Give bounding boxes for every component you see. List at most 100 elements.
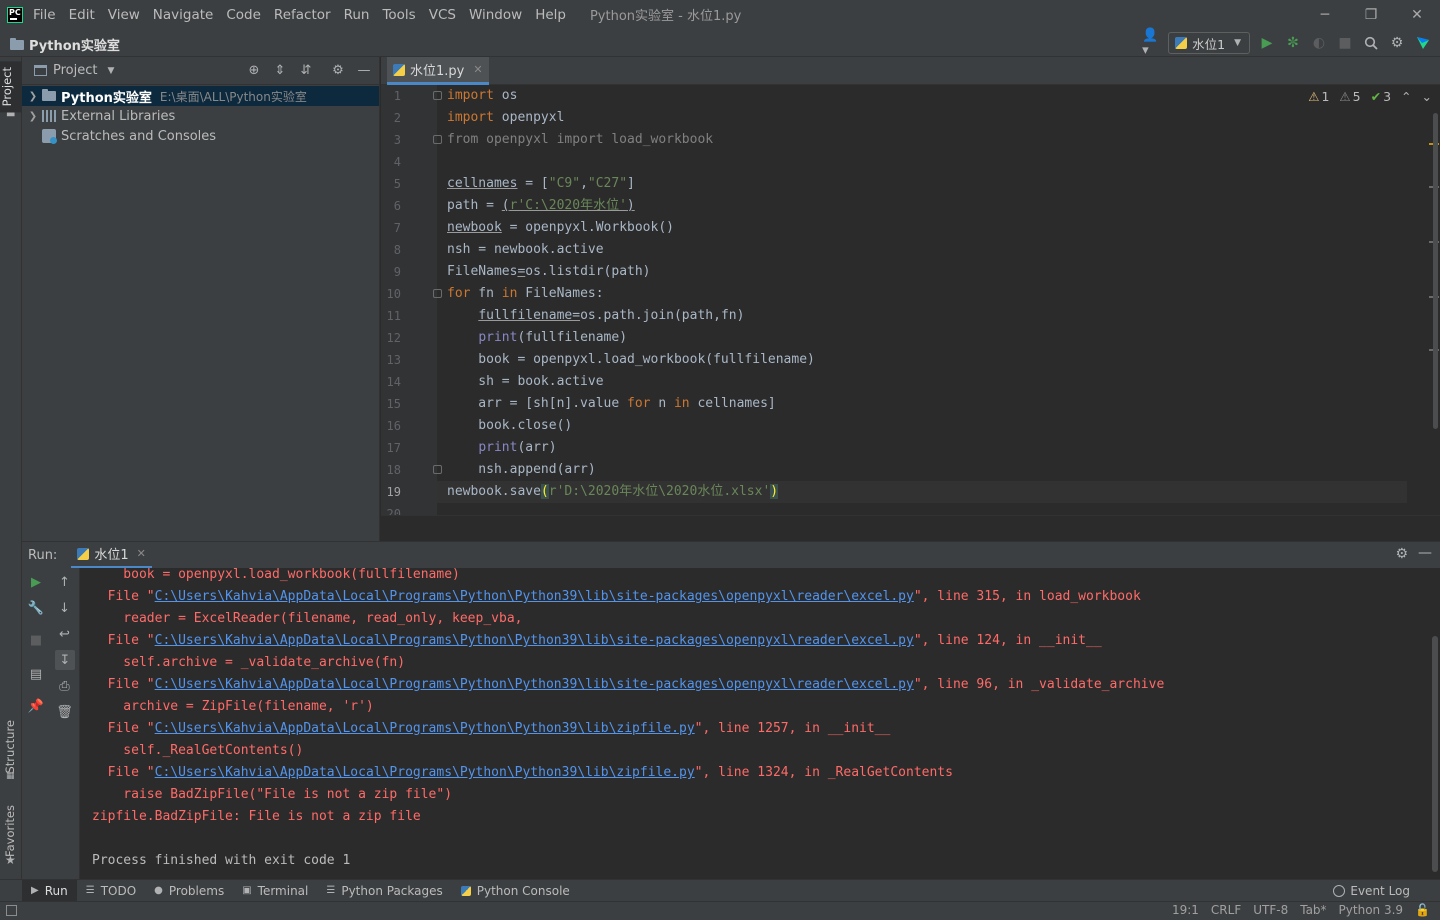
code-line[interactable]: import os xyxy=(447,85,517,107)
console-scrollbar[interactable] xyxy=(1432,636,1438,872)
inspection-widget[interactable]: ⚠ 1 ⚠ 5 ✔ 3 ⌃ ⌄ xyxy=(1308,89,1432,104)
editor-horizontal-scrollbar[interactable] xyxy=(381,515,1440,541)
previous-highlight-icon[interactable]: ⌃ xyxy=(1401,89,1411,104)
menu-edit[interactable]: Edit xyxy=(69,7,95,23)
toggle-tool-windows-icon[interactable] xyxy=(6,905,17,916)
line-separator[interactable]: CRLF xyxy=(1211,903,1241,917)
expand-all-icon[interactable]: ⇕ xyxy=(271,61,289,79)
locate-file-icon[interactable]: ⊕ xyxy=(245,61,263,79)
code-line[interactable]: path = (r'C:\2020年水位') xyxy=(447,195,635,217)
file-path-link[interactable]: C:\Users\Kahvia\AppData\Local\Programs\P… xyxy=(155,721,695,736)
coverage-icon[interactable]: ◐ xyxy=(1310,34,1328,52)
fold-marker-icon[interactable] xyxy=(433,135,442,144)
tool-window-run[interactable]: ▶ Run xyxy=(22,879,77,902)
code-line[interactable]: print(arr) xyxy=(447,437,556,459)
code-line[interactable]: print(fullfilename) xyxy=(447,327,627,349)
run-tab-active[interactable]: 水位1 ✕ xyxy=(71,542,152,569)
indent-setting[interactable]: Tab* xyxy=(1300,903,1326,917)
code-line[interactable]: newbook.save(r'D:\2020年水位\2020水位.xlsx') xyxy=(447,481,779,503)
code-line[interactable]: newbook = openpyxl.Workbook() xyxy=(447,217,674,239)
run-icon[interactable]: ▶ xyxy=(1258,34,1276,52)
menu-window[interactable]: Window xyxy=(469,7,522,23)
tree-item-project-root[interactable]: ❯ Python实验室 E:\桌面\ALL\Python实验室 xyxy=(22,86,379,106)
chevron-right-icon[interactable]: ❯ xyxy=(26,111,40,122)
chevron-right-icon[interactable]: ❯ xyxy=(26,91,40,102)
restore-layout-icon[interactable]: ▤ xyxy=(22,664,50,684)
close-tab-icon[interactable]: ✕ xyxy=(473,63,482,76)
file-encoding[interactable]: UTF-8 xyxy=(1253,903,1288,917)
close-tab-icon[interactable]: ✕ xyxy=(137,547,146,560)
tool-window-python-console[interactable]: Python Console xyxy=(452,880,579,902)
tree-item-scratches[interactable]: Scratches and Consoles xyxy=(22,126,379,146)
breadcrumb[interactable]: Python实验室 xyxy=(10,35,120,54)
close-button[interactable]: ✕ xyxy=(1394,0,1440,29)
user-icon[interactable]: 👤▾ xyxy=(1142,28,1160,58)
edit-configuration-icon[interactable]: 🔧 xyxy=(22,598,50,618)
menu-vcs[interactable]: VCS xyxy=(429,7,456,23)
rerun-icon[interactable]: ▶ xyxy=(22,572,50,592)
python-interpreter[interactable]: Python 3.9 xyxy=(1339,903,1404,917)
code-line[interactable]: book = openpyxl.load_workbook(fullfilena… xyxy=(447,349,815,371)
tool-window-problems[interactable]: ● Problems xyxy=(145,880,233,902)
menu-refactor[interactable]: Refactor xyxy=(274,7,331,23)
menu-run[interactable]: Run xyxy=(344,7,370,23)
code-line[interactable]: fullfilename=os.path.join(path,fn) xyxy=(447,305,744,327)
structure-tool-tab[interactable]: Structure xyxy=(3,720,17,774)
code-line[interactable]: book.close() xyxy=(447,415,572,437)
jetbrains-toolbox-icon[interactable] xyxy=(1414,34,1432,52)
settings-gear-icon[interactable]: ⚙ xyxy=(1388,34,1406,52)
soft-wrap-icon[interactable]: ↩ xyxy=(50,624,79,644)
search-icon[interactable] xyxy=(1362,34,1380,52)
tool-window-terminal[interactable]: ▣ Terminal xyxy=(233,880,317,902)
file-path-link[interactable]: C:\Users\Kahvia\AppData\Local\Programs\P… xyxy=(155,677,914,692)
menu-view[interactable]: View xyxy=(108,7,140,23)
menu-file[interactable]: File xyxy=(33,7,56,23)
code-line[interactable]: FileNames=os.listdir(path) xyxy=(447,261,651,283)
code-line[interactable]: nsh = newbook.active xyxy=(447,239,604,261)
code-line[interactable]: nsh.append(arr) xyxy=(447,459,595,481)
code-line[interactable]: arr = [sh[n].value for n in cellnames] xyxy=(447,393,775,415)
project-view-selector[interactable]: Project ▼ xyxy=(34,63,114,78)
menu-tools[interactable]: Tools xyxy=(382,7,415,23)
favorites-tool-tab[interactable]: Favorites xyxy=(3,805,17,857)
run-console-output[interactable]: book = openpyxl.load_workbook(fullfilena… xyxy=(80,568,1440,879)
code-line[interactable]: import openpyxl xyxy=(447,107,564,129)
code-line[interactable]: sh = book.active xyxy=(447,371,603,393)
fold-marker-icon[interactable] xyxy=(433,289,442,298)
collapse-all-icon[interactable]: ⇵ xyxy=(297,61,315,79)
code-line[interactable]: cellnames = ["C9","C27"] xyxy=(447,173,635,195)
scroll-to-end-icon[interactable]: ↧ xyxy=(55,650,75,670)
print-icon[interactable]: ⎙ xyxy=(50,676,79,696)
editor-vertical-scrollbar[interactable] xyxy=(1433,113,1438,429)
fold-marker-icon[interactable] xyxy=(433,91,442,100)
arrow-up-icon[interactable]: ↑ xyxy=(50,572,79,592)
code-line[interactable]: from openpyxl import load_workbook xyxy=(447,129,713,151)
project-tool-tab[interactable]: Project xyxy=(0,61,22,113)
next-highlight-icon[interactable]: ⌄ xyxy=(1422,89,1432,104)
menu-navigate[interactable]: Navigate xyxy=(153,7,214,23)
debug-icon[interactable]: ✼ xyxy=(1284,34,1302,52)
hide-panel-icon[interactable]: — xyxy=(355,61,373,79)
settings-gear-icon[interactable]: ⚙ xyxy=(329,61,347,79)
menu-code[interactable]: Code xyxy=(226,7,261,23)
trash-icon[interactable]: 🗑 xyxy=(50,702,79,722)
caret-position[interactable]: 19:1 xyxy=(1172,903,1199,917)
tool-window-python-packages[interactable]: ☰ Python Packages xyxy=(317,880,451,902)
code-line[interactable]: for fn in FileNames: xyxy=(447,283,604,305)
event-log-button[interactable]: Event Log xyxy=(1333,880,1410,902)
file-path-link[interactable]: C:\Users\Kahvia\AppData\Local\Programs\P… xyxy=(155,765,695,780)
hide-panel-icon[interactable]: — xyxy=(1418,545,1432,561)
file-path-link[interactable]: C:\Users\Kahvia\AppData\Local\Programs\P… xyxy=(155,633,914,648)
stop-icon[interactable]: ■ xyxy=(1336,34,1354,52)
menu-help[interactable]: Help xyxy=(535,7,566,23)
file-path-link[interactable]: C:\Users\Kahvia\AppData\Local\Programs\P… xyxy=(155,589,914,604)
fold-marker-icon[interactable] xyxy=(433,465,442,474)
tree-item-external-libraries[interactable]: ❯ External Libraries xyxy=(22,106,379,126)
arrow-down-icon[interactable]: ↓ xyxy=(50,598,79,618)
settings-gear-icon[interactable]: ⚙ xyxy=(1395,546,1408,562)
lock-icon[interactable]: 🔓 xyxy=(1415,903,1430,917)
editor-tab-active[interactable]: 水位1.py ✕ xyxy=(387,57,489,85)
pin-tab-icon[interactable]: 📌 xyxy=(22,696,50,716)
run-configuration-select[interactable]: 水位1 ▼ xyxy=(1168,32,1250,54)
minimize-button[interactable]: ─ xyxy=(1302,0,1348,29)
